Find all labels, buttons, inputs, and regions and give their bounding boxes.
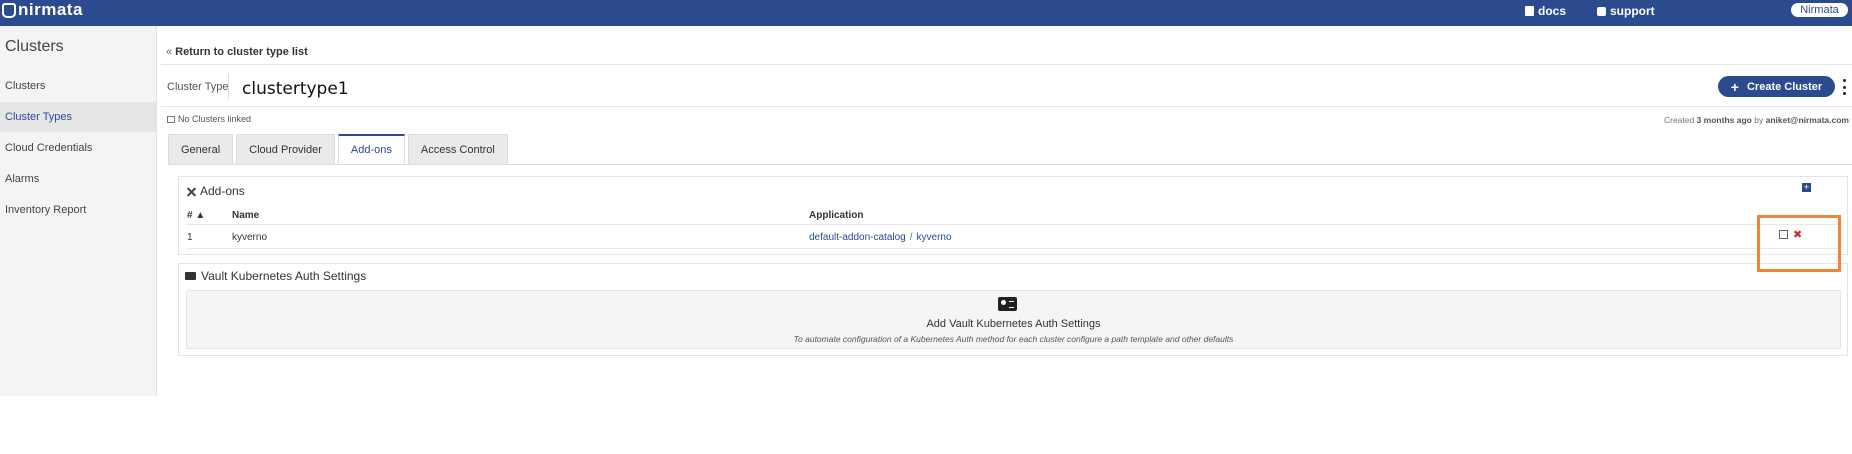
main-content: «Return to cluster type list Cluster Typ… [158, 26, 1852, 396]
return-link[interactable]: «Return to cluster type list [166, 46, 308, 58]
book-icon [1525, 6, 1534, 16]
support-link[interactable]: support [1597, 4, 1655, 18]
application-link[interactable]: kyverno [917, 232, 952, 243]
created-when: 3 months ago [1696, 115, 1752, 125]
nirmata-logo-icon [2, 2, 16, 18]
tab-access-control[interactable]: Access Control [407, 134, 508, 164]
add-ons-panel: Add-ons + # ▲ Name Application 1 kyverno… [178, 176, 1848, 255]
phone-icon [1597, 6, 1606, 16]
sidebar-item-cloud-credentials[interactable]: Cloud Credentials [0, 133, 156, 163]
created-prefix: Created [1663, 115, 1695, 125]
vault-auth-title-text: Vault Kubernetes Auth Settings [201, 269, 367, 283]
docs-link[interactable]: docs [1525, 4, 1566, 18]
vault-auth-panel: Vault Kubernetes Auth Settings Add Vault… [178, 263, 1848, 356]
add-ons-title-text: Add-ons [200, 184, 245, 198]
tab-add-ons[interactable]: Add-ons [337, 134, 405, 164]
top-navbar: nirmata docs support Nirmata [0, 0, 1852, 26]
brand-logo[interactable]: nirmata [2, 0, 83, 20]
create-cluster-label: Create Cluster [1746, 80, 1823, 93]
create-cluster-button[interactable]: + Create Cluster [1718, 76, 1835, 97]
row-name: kyverno [232, 232, 268, 243]
column-header-index[interactable]: # ▲ [187, 210, 205, 221]
divider [168, 164, 1852, 165]
divider [161, 106, 1852, 107]
path-separator: / [909, 232, 913, 243]
sidebar-item-clusters[interactable]: Clusters [0, 71, 156, 101]
catalog-link[interactable]: default-addon-catalog [809, 232, 906, 243]
id-card-icon [185, 272, 196, 280]
add-addon-button[interactable]: + [1802, 183, 1811, 192]
sidebar-title: Clusters [5, 38, 64, 55]
linked-clusters-status: No Clusters linked [167, 114, 251, 124]
cluster-type-name: clustertype1 [242, 79, 349, 99]
row-index: 1 [187, 232, 193, 243]
docs-label: docs [1538, 4, 1567, 18]
edit-icon[interactable] [1779, 230, 1788, 239]
plus-icon: + [1730, 78, 1739, 95]
tab-bar: General Cloud Provider Add-ons Access Co… [168, 134, 508, 164]
row-application: default-addon-catalog / kyverno [809, 232, 952, 243]
sidebar-item-inventory-report[interactable]: Inventory Report [0, 195, 156, 225]
cluster-icon [167, 115, 175, 123]
double-chevron-left-icon: « [166, 46, 173, 58]
tab-general[interactable]: General [168, 134, 234, 164]
sidebar-item-cluster-types[interactable]: Cluster Types [0, 102, 156, 132]
brand-name: nirmata [18, 0, 83, 19]
add-ons-title: Add-ons [185, 184, 245, 198]
id-card-icon [998, 297, 1017, 311]
vault-auth-title: Vault Kubernetes Auth Settings [185, 269, 366, 283]
vault-add-title[interactable]: Add Vault Kubernetes Auth Settings [187, 318, 1840, 330]
sidebar: Clusters Clusters Cluster Types Cloud Cr… [0, 26, 157, 396]
no-clusters-text: No Clusters linked [178, 114, 252, 124]
cluster-type-label: Cluster Type [167, 81, 229, 93]
vault-empty-state[interactable]: Add Vault Kubernetes Auth Settings To au… [186, 290, 1841, 349]
divider [228, 74, 229, 100]
tab-cloud-provider[interactable]: Cloud Provider [236, 134, 335, 164]
column-header-name[interactable]: Name [232, 210, 259, 221]
tools-icon [185, 186, 196, 197]
created-by-user: aniket@nirmata.com [1765, 115, 1849, 125]
divider [161, 64, 1852, 65]
user-menu-button[interactable]: Nirmata [1791, 3, 1848, 17]
vault-add-description: To automate configuration of a Kubernete… [793, 334, 1234, 344]
divider [186, 248, 1841, 249]
support-label: support [1610, 4, 1655, 18]
created-info: Created 3 months ago by aniket@nirmata.c… [1664, 115, 1849, 125]
delete-icon[interactable]: ✖ [1793, 228, 1802, 241]
return-label: Return to cluster type list [175, 46, 308, 58]
sidebar-item-alarms[interactable]: Alarms [0, 164, 156, 194]
divider [186, 224, 1841, 225]
column-header-application[interactable]: Application [809, 210, 863, 221]
created-by-prefix: by [1754, 115, 1764, 125]
more-options-icon[interactable] [1841, 79, 1847, 95]
